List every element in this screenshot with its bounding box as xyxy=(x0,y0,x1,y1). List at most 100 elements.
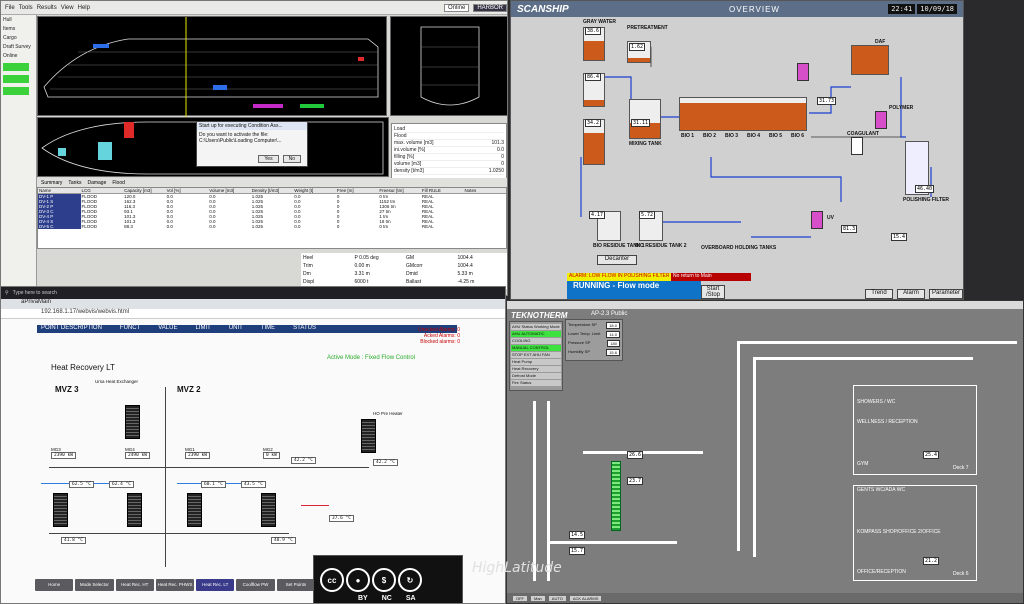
zone-showers[interactable]: SHOWERS / WC xyxy=(857,399,895,407)
page-title: OVERVIEW xyxy=(729,4,780,14)
dosing-pump[interactable] xyxy=(797,63,809,81)
search-icon[interactable]: ⚲ xyxy=(5,290,9,296)
tab-mode-selector[interactable]: Mode Selector xyxy=(75,579,114,591)
label-polymer: POLYMER xyxy=(889,105,914,111)
trend-button[interactable]: Trend xyxy=(865,289,893,299)
hydro-cell: 1004.4 xyxy=(457,263,473,269)
table-cell: 0 xyxy=(336,224,340,229)
menu-tools[interactable]: Tools xyxy=(19,5,33,11)
mode-heat-pump[interactable]: Heat Pump xyxy=(511,359,561,365)
table-col-header[interactable]: Free [m] xyxy=(336,188,379,193)
temp-readout: 37.6 °C xyxy=(329,515,354,522)
dialog-yes-button[interactable]: Yes xyxy=(258,155,279,163)
mode-heat-recovery[interactable]: Heat Recovery xyxy=(511,366,561,372)
uv-unit[interactable] xyxy=(811,211,823,229)
menu-view[interactable]: View xyxy=(61,5,74,11)
table-col-header[interactable]: Freesur [tm] xyxy=(378,188,421,193)
tree-item[interactable]: Hull xyxy=(3,17,34,23)
engine-hx-mg2[interactable] xyxy=(261,493,276,527)
table-col-header[interactable]: Volume [m3] xyxy=(208,188,251,193)
tree-item[interactable]: Online xyxy=(3,53,34,59)
by-label: BY xyxy=(358,595,368,602)
coagulant-dosing[interactable] xyxy=(851,137,863,155)
zone-wellness[interactable]: WELLNESS / RECEPTION xyxy=(857,419,918,427)
bottom-nav: Home Mode Selector Heat Rec. HT Heat Rec… xyxy=(35,579,315,591)
zone-gents-wc[interactable]: GENTS WC/ADA WC xyxy=(857,487,905,495)
tab-heat-rec-phws[interactable]: Heat Rec. PHWS xyxy=(155,579,195,591)
table-col-header[interactable]: Capacity [m3] xyxy=(123,188,166,193)
table-col-header[interactable]: LCG xyxy=(81,188,124,193)
mode-fire[interactable]: Fire Status xyxy=(511,380,561,386)
polymer-dosing[interactable] xyxy=(875,111,887,129)
table-row[interactable]: DV-5 C FLOOD 88.3 0.0 0.0 1.025 0.0 0 0 tm REAL xyxy=(38,224,506,229)
mode-stop[interactable]: STOP EXT AHU FAN xyxy=(511,352,561,358)
engine-hx-mg4[interactable] xyxy=(127,493,142,527)
dialog-no-button[interactable]: No xyxy=(282,155,301,163)
engine-hx-mg3[interactable] xyxy=(53,493,68,527)
tab-heat-rec-lt[interactable]: Heat Rec. LT xyxy=(196,579,235,591)
value-readout: 46.40 xyxy=(915,185,935,193)
prop-row: max. volume [m3] 101.3 xyxy=(394,140,504,147)
address-bar[interactable]: 192.168.1.17/webvis/webvis.html xyxy=(1,309,505,319)
setpoint-pressure[interactable]: 180 xyxy=(607,340,620,347)
tab-heat-rec-ht[interactable]: Heat Rec. HT xyxy=(115,579,154,591)
browser-tab[interactable]: aPrivaMain xyxy=(1,299,505,309)
value-readout: 81.3 xyxy=(841,225,858,233)
alarm-button[interactable]: Alarm xyxy=(897,289,925,299)
tab-flood[interactable]: Flood xyxy=(112,180,125,186)
table-col-header[interactable]: Vol [%] xyxy=(166,188,209,193)
ship-profile-view[interactable] xyxy=(37,16,387,117)
label-polishing: POLISHING FILTER xyxy=(903,197,950,203)
decanter-button[interactable]: Decanter xyxy=(597,255,637,265)
tree-item[interactable]: Items xyxy=(3,26,34,32)
mode-manual[interactable]: MANUAL CONTROL xyxy=(511,345,561,351)
online-button[interactable]: Online xyxy=(443,3,470,12)
menu-help[interactable]: Help xyxy=(78,5,90,11)
setpoint-low[interactable]: 14.0 xyxy=(606,331,620,338)
mode-auto[interactable]: AHU AUTOMATIC xyxy=(511,331,561,337)
tab-tanks[interactable]: Tanks xyxy=(68,180,81,186)
tab-home[interactable]: Home xyxy=(35,579,74,591)
tab-damage[interactable]: Damage xyxy=(87,180,106,186)
daf-unit[interactable] xyxy=(851,45,889,75)
hydro-cell: Heel xyxy=(303,255,314,261)
tab-coolflow[interactable]: Coolflow PW xyxy=(236,579,275,591)
harbor-button[interactable]: HARBOR xyxy=(473,3,507,12)
off-button[interactable]: OFF xyxy=(513,595,527,601)
reading: 14.5 xyxy=(569,531,586,539)
setpoint-humidity[interactable]: 15.6 xyxy=(606,349,620,356)
ursa-heat-exchanger[interactable] xyxy=(125,405,140,439)
engine-hx-mg1[interactable] xyxy=(187,493,202,527)
table-body: DV-1 P FLOOD 120.0 0.0 0.0 1.025 0.0 0 0 tm REAL D… xyxy=(38,194,506,229)
setpoint-temp[interactable]: 18.0 xyxy=(606,322,620,329)
man-button[interactable]: Man xyxy=(531,595,545,601)
auto-button[interactable]: AUTO xyxy=(548,595,566,601)
menu-results[interactable]: Results xyxy=(37,5,57,11)
ship-section-view[interactable] xyxy=(390,16,507,116)
mode-cooling[interactable]: COOLING xyxy=(511,338,561,344)
ho-pre-heater[interactable] xyxy=(361,419,376,453)
menu-file[interactable]: File xyxy=(5,5,15,11)
table-col-header[interactable]: Notes xyxy=(463,188,506,193)
zone-office[interactable]: OFFICE/RECEPTION xyxy=(857,569,906,577)
table-col-header[interactable]: Fill RULE xyxy=(421,188,464,193)
ack-alarms-button[interactable]: ACK ALARMS xyxy=(569,595,602,601)
tab-summary[interactable]: Summary xyxy=(41,180,62,186)
table-col-header[interactable]: Density [t/m3] xyxy=(251,188,294,193)
table-col-header[interactable]: Weight [t] xyxy=(293,188,336,193)
hot-pipe xyxy=(301,505,329,506)
value-readout: 86.4 xyxy=(585,73,602,81)
tab-set-points[interactable]: Set Points xyxy=(276,579,315,591)
ahu-coil[interactable] xyxy=(611,461,621,531)
tree-item[interactable]: Draft Survey xyxy=(3,44,34,50)
taskbar-search[interactable]: Type here to search xyxy=(13,290,57,296)
tree-item[interactable]: Cargo xyxy=(3,35,34,41)
table-col-header[interactable]: Name xyxy=(38,188,81,193)
bio-reactors[interactable] xyxy=(679,97,807,131)
parameter-button[interactable]: Parameter xyxy=(929,289,963,299)
mode-defrost[interactable]: Defrost Mode xyxy=(511,373,561,379)
zone-kompass[interactable]: KOMPASS SHOP/OFFICE 2/OFFICE xyxy=(857,529,941,537)
start-stop-button[interactable]: Start /Stop xyxy=(701,285,725,299)
blocked-alarms[interactable]: Blocked alarms: 0 xyxy=(396,339,460,345)
zone-gym[interactable]: GYM xyxy=(857,461,868,469)
